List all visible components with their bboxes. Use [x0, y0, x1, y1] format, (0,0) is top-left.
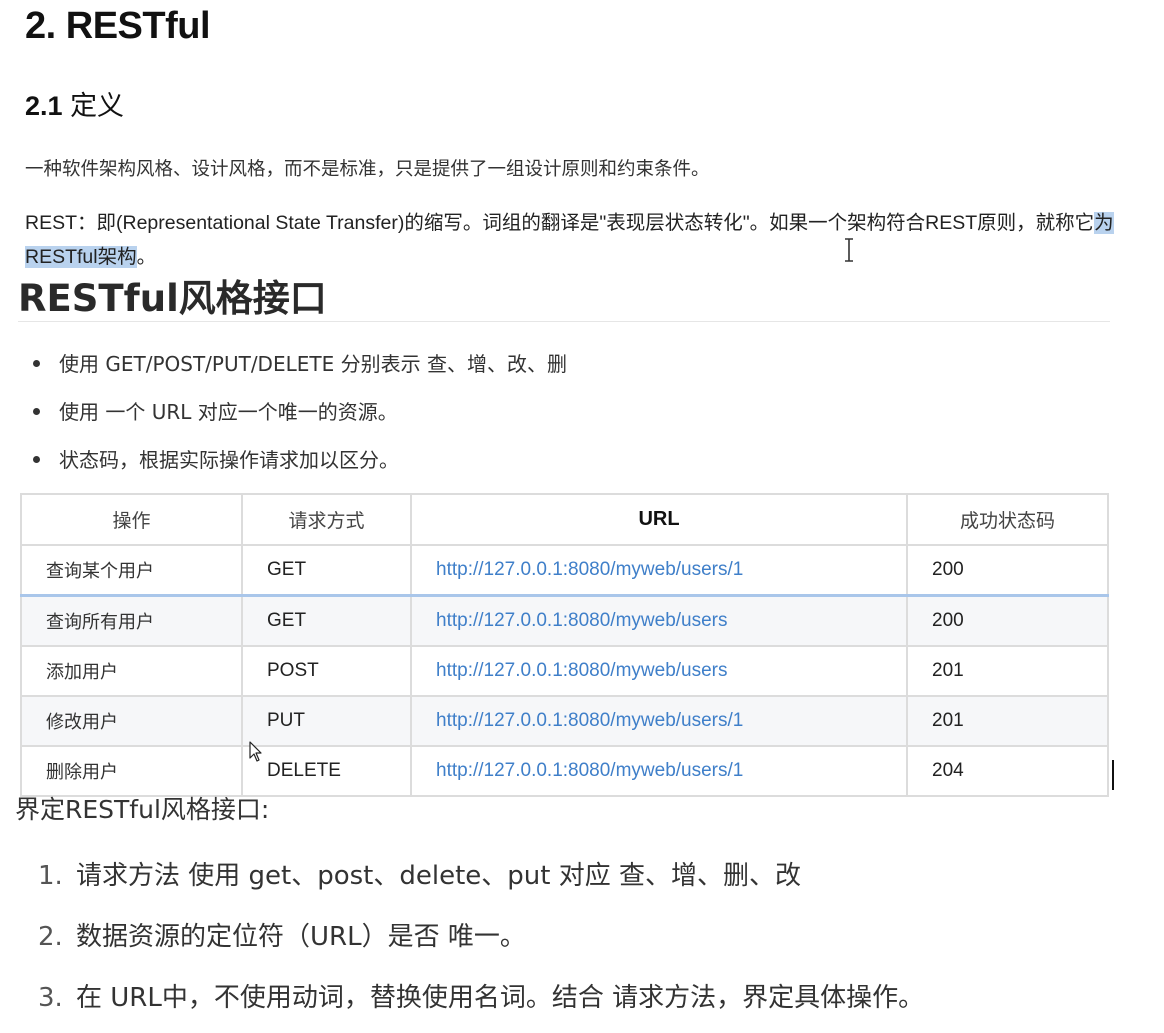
list-item-number: 2. — [38, 922, 63, 952]
bullet-item: 状态码，根据实际操作请求加以区分。 — [30, 436, 567, 484]
subheading-number: 2.1 — [25, 91, 63, 121]
list-item-text: 在 URL中，不使用动词，替换使用名词。结合 请求方法，界定具体操作。 — [76, 983, 925, 1013]
table-row: 查询某个用户 GET http://127.0.0.1:8080/myweb/u… — [20, 544, 1109, 597]
cell-status: 201 — [906, 695, 1109, 747]
header-url: URL — [410, 493, 908, 546]
cell-method: DELETE — [241, 745, 412, 797]
url-link[interactable]: http://127.0.0.1:8080/myweb/users — [436, 610, 728, 631]
url-link[interactable]: http://127.0.0.1:8080/myweb/users/1 — [436, 710, 743, 731]
list-item: 3. 在 URL中，不使用动词，替换使用名词。结合 请求方法，界定具体操作。 — [38, 972, 924, 1033]
cell-url: http://127.0.0.1:8080/myweb/users/1 — [410, 745, 908, 797]
rest-paragraph-text: REST：即(Representational State Transfer)的… — [25, 212, 1095, 234]
cell-url: http://127.0.0.1:8080/myweb/users — [410, 645, 908, 697]
text-caret — [1112, 760, 1114, 790]
cell-url: http://127.0.0.1:8080/myweb/users/1 — [410, 544, 908, 597]
cell-method: GET — [241, 544, 412, 597]
table-row: 删除用户 DELETE http://127.0.0.1:8080/myweb/… — [20, 745, 1109, 797]
definition-title: 界定RESTful风格接口: — [15, 795, 270, 824]
bullet-list: 使用 GET/POST/PUT/DELETE 分别表示 查、增、改、删 使用 一… — [30, 340, 567, 484]
list-item-text: 数据资源的定位符（URL）是否 唯一。 — [76, 922, 526, 952]
header-status: 成功状态码 — [906, 493, 1109, 546]
list-item-number: 3. — [38, 983, 63, 1013]
list-item-number: 1. — [38, 861, 63, 891]
cell-url: http://127.0.0.1:8080/myweb/users — [410, 594, 908, 647]
table-row: 添加用户 POST http://127.0.0.1:8080/myweb/us… — [20, 645, 1109, 697]
list-item: 2. 数据资源的定位符（URL）是否 唯一。 — [38, 911, 924, 972]
cell-url: http://127.0.0.1:8080/myweb/users/1 — [410, 695, 908, 747]
cell-status: 204 — [906, 745, 1109, 797]
section-divider — [18, 321, 1110, 322]
definition-paragraph: 一种软件架构风格、设计风格，而不是标准，只是提供了一组设计原则和约束条件。 — [25, 158, 710, 179]
cell-status: 201 — [906, 645, 1109, 697]
cell-operation: 查询某个用户 — [20, 544, 243, 597]
restful-api-table: 操作 请求方式 URL 成功状态码 查询某个用户 GET http://127.… — [20, 493, 1109, 797]
header-operation: 操作 — [20, 493, 243, 546]
table-row: 查询所有用户 GET http://127.0.0.1:8080/myweb/u… — [20, 594, 1109, 647]
list-item-text: 请求方法 使用 get、post、delete、put 对应 查、增、删、改 — [76, 861, 801, 891]
cell-method: GET — [241, 594, 412, 647]
subheading-definition: 2.1 定义 — [25, 86, 124, 126]
rest-paragraph: REST：即(Representational State Transfer)的… — [25, 206, 1155, 274]
url-link[interactable]: http://127.0.0.1:8080/myweb/users — [436, 660, 728, 681]
url-link[interactable]: http://127.0.0.1:8080/myweb/users/1 — [436, 559, 743, 580]
mouse-pointer-icon — [249, 741, 262, 762]
bullet-item: 使用 一个 URL 对应一个唯一的资源。 — [30, 388, 567, 436]
cell-operation: 查询所有用户 — [20, 594, 243, 647]
subheading-text: 定义 — [70, 91, 125, 121]
cell-operation: 修改用户 — [20, 695, 243, 747]
list-item: 1. 请求方法 使用 get、post、delete、put 对应 查、增、删、改 — [38, 850, 924, 911]
page-heading: 2. RESTful — [25, 5, 211, 47]
cell-method: PUT — [241, 695, 412, 747]
url-link[interactable]: http://127.0.0.1:8080/myweb/users/1 — [436, 760, 743, 781]
cell-operation: 删除用户 — [20, 745, 243, 797]
text-cursor-icon — [845, 238, 853, 262]
table-header-row: 操作 请求方式 URL 成功状态码 — [20, 493, 1109, 546]
cell-method: POST — [241, 645, 412, 697]
rest-paragraph-end: 。 — [136, 246, 157, 268]
cell-status: 200 — [906, 594, 1109, 647]
rules-list: 1. 请求方法 使用 get、post、delete、put 对应 查、增、删、改… — [38, 850, 924, 1033]
cell-operation: 添加用户 — [20, 645, 243, 697]
section-title: RESTful风格接口 — [18, 277, 327, 320]
cell-status: 200 — [906, 544, 1109, 597]
bullet-item: 使用 GET/POST/PUT/DELETE 分别表示 查、增、改、删 — [30, 340, 567, 388]
table-row: 修改用户 PUT http://127.0.0.1:8080/myweb/use… — [20, 695, 1109, 747]
header-method: 请求方式 — [241, 493, 412, 546]
